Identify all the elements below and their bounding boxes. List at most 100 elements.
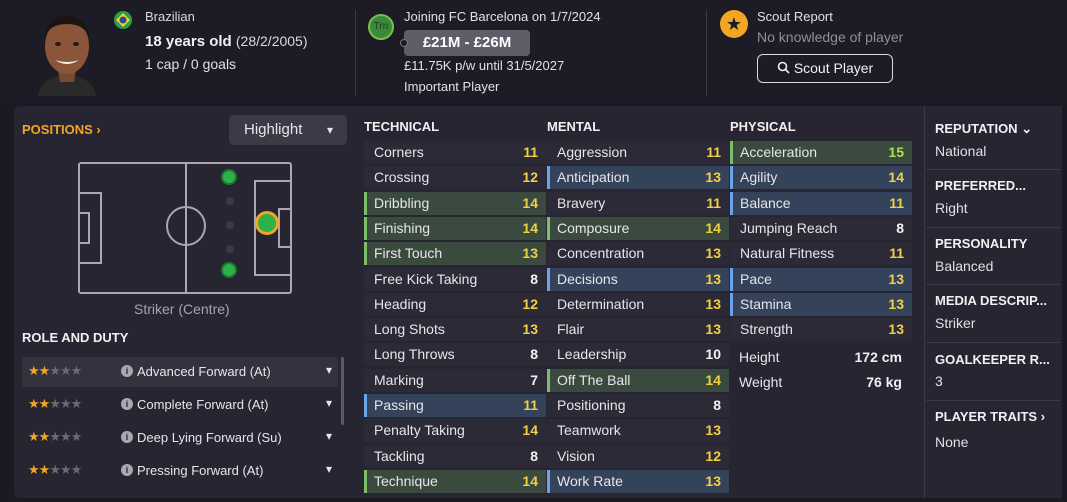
- attribute-row[interactable]: Penalty Taking 14: [364, 419, 546, 443]
- info-icon[interactable]: i: [121, 431, 133, 443]
- attribute-row[interactable]: Teamwork 13: [547, 419, 729, 443]
- attribute-row[interactable]: Crossing 12: [364, 166, 546, 190]
- transfer-info[interactable]: Joining FC Barcelona on 1/7/2024: [404, 9, 601, 24]
- attribute-name: Aggression: [557, 144, 628, 160]
- attribute-value: 14: [522, 219, 538, 236]
- personality-value: Balanced: [935, 258, 994, 274]
- position-dot: [226, 197, 234, 205]
- chevron-down-icon[interactable]: ▾: [326, 396, 332, 410]
- chevron-right-icon: ›: [96, 122, 101, 137]
- attribute-row[interactable]: Balance 11: [730, 191, 912, 215]
- highlight-dropdown[interactable]: Highlight ▾: [229, 115, 347, 145]
- attribute-name: Composure: [557, 219, 630, 236]
- position-dot: [226, 221, 234, 229]
- attribute-row[interactable]: Passing 11: [364, 394, 546, 417]
- attribute-value: 13: [888, 295, 904, 312]
- positions-label: POSITIONS: [22, 122, 93, 137]
- attribute-row[interactable]: Leadership 10: [547, 343, 729, 367]
- attribute-row[interactable]: Decisions 13: [547, 267, 729, 291]
- attribute-row[interactable]: Flair 13: [547, 318, 729, 342]
- attribute-row[interactable]: Stamina 13: [730, 292, 912, 316]
- attribute-value: 13: [705, 295, 721, 312]
- brazil-flag-icon: [113, 10, 133, 30]
- info-icon[interactable]: i: [121, 398, 133, 410]
- role-row[interactable]: ★★★★★ i Deep Lying Forward (Su) ▾: [22, 423, 338, 453]
- attribute-row[interactable]: Acceleration 15: [730, 141, 912, 164]
- attribute-name: Determination: [557, 295, 645, 312]
- attribute-row[interactable]: Positioning 8: [547, 394, 729, 417]
- attribute-name: Technique: [374, 472, 438, 489]
- attribute-value: 11: [889, 245, 904, 262]
- scout-report-status: No knowledge of player: [757, 29, 904, 45]
- attribute-row[interactable]: Concentration 13: [547, 242, 729, 266]
- position-dot-right-winger: [221, 262, 237, 278]
- squad-status: Important Player: [404, 79, 500, 94]
- attribute-row[interactable]: Long Throws 8: [364, 343, 546, 367]
- height-value: 172 cm: [854, 349, 902, 365]
- chevron-down-icon[interactable]: ▾: [326, 429, 332, 443]
- attribute-row[interactable]: Free Kick Taking 8: [364, 267, 546, 291]
- attribute-name: Bravery: [557, 194, 606, 211]
- attribute-row[interactable]: Jumping Reach 8: [730, 216, 912, 240]
- divider: [926, 342, 1060, 343]
- attribute-name: Acceleration: [740, 144, 818, 160]
- attribute-row[interactable]: Heading 12: [364, 292, 546, 316]
- attribute-value: 12: [705, 447, 721, 464]
- info-icon[interactable]: i: [121, 365, 133, 377]
- attribute-row[interactable]: Natural Fitness 11: [730, 242, 912, 266]
- goalkeeper-rating-heading: GOALKEEPER R...: [935, 352, 1050, 367]
- role-row[interactable]: ★★★★★ i Pressing Forward (At) ▾: [22, 456, 338, 486]
- header-divider: [706, 10, 707, 96]
- attribute-name: Leadership: [557, 346, 627, 363]
- role-row[interactable]: ★★★★★ i Advanced Forward (At) ▾: [22, 357, 338, 387]
- attribute-row[interactable]: Anticipation 13: [547, 166, 729, 190]
- attribute-row[interactable]: Dribbling 14: [364, 191, 546, 215]
- club-badge-icon[interactable]: Trn: [368, 14, 394, 40]
- chevron-down-icon[interactable]: ▾: [326, 462, 332, 476]
- role-name: Complete Forward (At): [137, 397, 269, 412]
- reputation-label: REPUTATION: [935, 121, 1018, 136]
- attribute-row[interactable]: Long Shots 13: [364, 318, 546, 342]
- attribute-value: 14: [522, 194, 538, 211]
- attribute-row[interactable]: Off The Ball 14: [547, 368, 729, 392]
- divider: [926, 227, 1060, 228]
- preferred-foot-value: Right: [935, 200, 968, 216]
- attribute-row[interactable]: Determination 13: [547, 292, 729, 316]
- role-row[interactable]: ★★★★★ i Complete Forward (At) ▾: [22, 390, 338, 420]
- roles-scrollbar[interactable]: [341, 357, 344, 425]
- attribute-row[interactable]: Tackling 8: [364, 444, 546, 468]
- attribute-row[interactable]: Aggression 11: [547, 141, 729, 164]
- physical-heading: PHYSICAL: [730, 119, 796, 134]
- info-icon[interactable]: i: [121, 464, 133, 476]
- attribute-value: 14: [705, 371, 721, 388]
- attribute-row[interactable]: Marking 7: [364, 368, 546, 392]
- attribute-row[interactable]: Technique 14: [364, 469, 546, 493]
- attribute-row[interactable]: Corners 11: [364, 141, 546, 164]
- attribute-name: Pace: [740, 270, 772, 287]
- player-traits-heading[interactable]: PLAYER TRAITS ›: [935, 409, 1055, 424]
- attribute-row[interactable]: First Touch 13: [364, 242, 546, 266]
- attribute-row[interactable]: Finishing 14: [364, 216, 546, 240]
- attribute-value: 13: [522, 321, 538, 338]
- chevron-down-icon[interactable]: ▾: [326, 363, 332, 377]
- attribute-row[interactable]: Work Rate 13: [547, 469, 729, 493]
- weight-label: Weight: [739, 374, 783, 390]
- attribute-row[interactable]: Pace 13: [730, 267, 912, 291]
- attribute-row[interactable]: Agility 14: [730, 166, 912, 190]
- scout-player-button[interactable]: Scout Player: [757, 54, 893, 83]
- attribute-row[interactable]: Bravery 11: [547, 191, 729, 215]
- attribute-row[interactable]: Vision 12: [547, 444, 729, 468]
- attribute-value: 8: [530, 447, 538, 464]
- chevron-down-icon: ▾: [326, 123, 333, 137]
- attribute-row[interactable]: Composure 14: [547, 216, 729, 240]
- chevron-right-icon: ›: [1040, 409, 1046, 424]
- attribute-name: Penalty Taking: [374, 422, 465, 439]
- role-rating-stars: ★★★★★: [28, 462, 82, 477]
- attribute-value: 13: [705, 321, 721, 338]
- positions-heading[interactable]: POSITIONS ›: [22, 122, 101, 137]
- reputation-heading[interactable]: REPUTATION ⌄: [935, 121, 1055, 137]
- attribute-row[interactable]: Strength 13: [730, 318, 912, 342]
- highlight-label: Highlight: [244, 121, 303, 138]
- attribute-value: 15: [888, 144, 904, 160]
- goalkeeper-rating-value: 3: [935, 373, 943, 389]
